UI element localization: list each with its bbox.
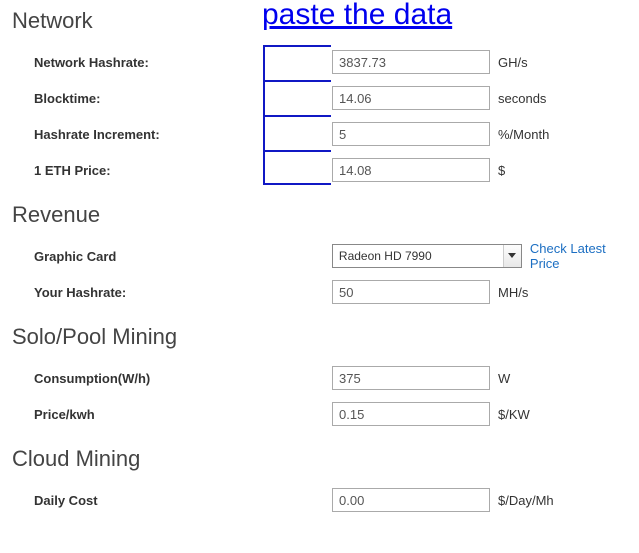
your-hashrate-input[interactable] — [332, 280, 490, 304]
section-revenue-title: Revenue — [12, 202, 639, 228]
section-cloud-title: Cloud Mining — [12, 446, 639, 472]
daily-cost-label: Daily Cost — [12, 493, 332, 508]
price-kwh-label: Price/kwh — [12, 407, 332, 422]
annotation-line — [263, 80, 331, 82]
consumption-input[interactable] — [332, 366, 490, 390]
row-consumption: Consumption(W/h) W — [12, 360, 639, 396]
row-graphic-card: Graphic Card Radeon HD 7990 Check Latest… — [12, 238, 639, 274]
price-kwh-input[interactable] — [332, 402, 490, 426]
annotation-line — [263, 150, 331, 152]
consumption-label: Consumption(W/h) — [12, 371, 332, 386]
annotation-line — [263, 115, 331, 117]
row-network-hashrate: Network Hashrate: GH/s — [12, 44, 639, 80]
blocktime-input[interactable] — [332, 86, 490, 110]
check-latest-price-link[interactable]: Check Latest Price — [522, 241, 639, 271]
eth-price-input[interactable] — [332, 158, 490, 182]
network-hashrate-unit: GH/s — [490, 55, 528, 70]
annotation-line — [263, 45, 331, 47]
network-hashrate-label: Network Hashrate: — [12, 55, 332, 70]
consumption-unit: W — [490, 371, 510, 386]
row-your-hashrate: Your Hashrate: MH/s — [12, 274, 639, 310]
row-hashrate-increment: Hashrate Increment: %/Month — [12, 116, 639, 152]
blocktime-label: Blocktime: — [12, 91, 332, 106]
eth-price-label: 1 ETH Price: — [12, 163, 332, 178]
annotation-paste-data: paste the data — [262, 0, 452, 32]
increment-label: Hashrate Increment: — [12, 127, 332, 142]
network-hashrate-input[interactable] — [332, 50, 490, 74]
section-mining-title: Solo/Pool Mining — [12, 324, 639, 350]
eth-price-unit: $ — [490, 163, 505, 178]
graphic-card-select[interactable]: Radeon HD 7990 — [332, 244, 522, 268]
annotation-line — [263, 183, 331, 185]
row-price-kwh: Price/kwh $/KW — [12, 396, 639, 432]
price-kwh-unit: $/KW — [490, 407, 530, 422]
increment-input[interactable] — [332, 122, 490, 146]
daily-cost-unit: $/Day/Mh — [490, 493, 554, 508]
blocktime-unit: seconds — [490, 91, 546, 106]
your-hashrate-unit: MH/s — [490, 285, 528, 300]
daily-cost-input[interactable] — [332, 488, 490, 512]
graphic-card-label: Graphic Card — [12, 249, 332, 264]
row-blocktime: Blocktime: seconds — [12, 80, 639, 116]
increment-unit: %/Month — [490, 127, 549, 142]
row-daily-cost: Daily Cost $/Day/Mh — [12, 482, 639, 518]
your-hashrate-label: Your Hashrate: — [12, 285, 332, 300]
